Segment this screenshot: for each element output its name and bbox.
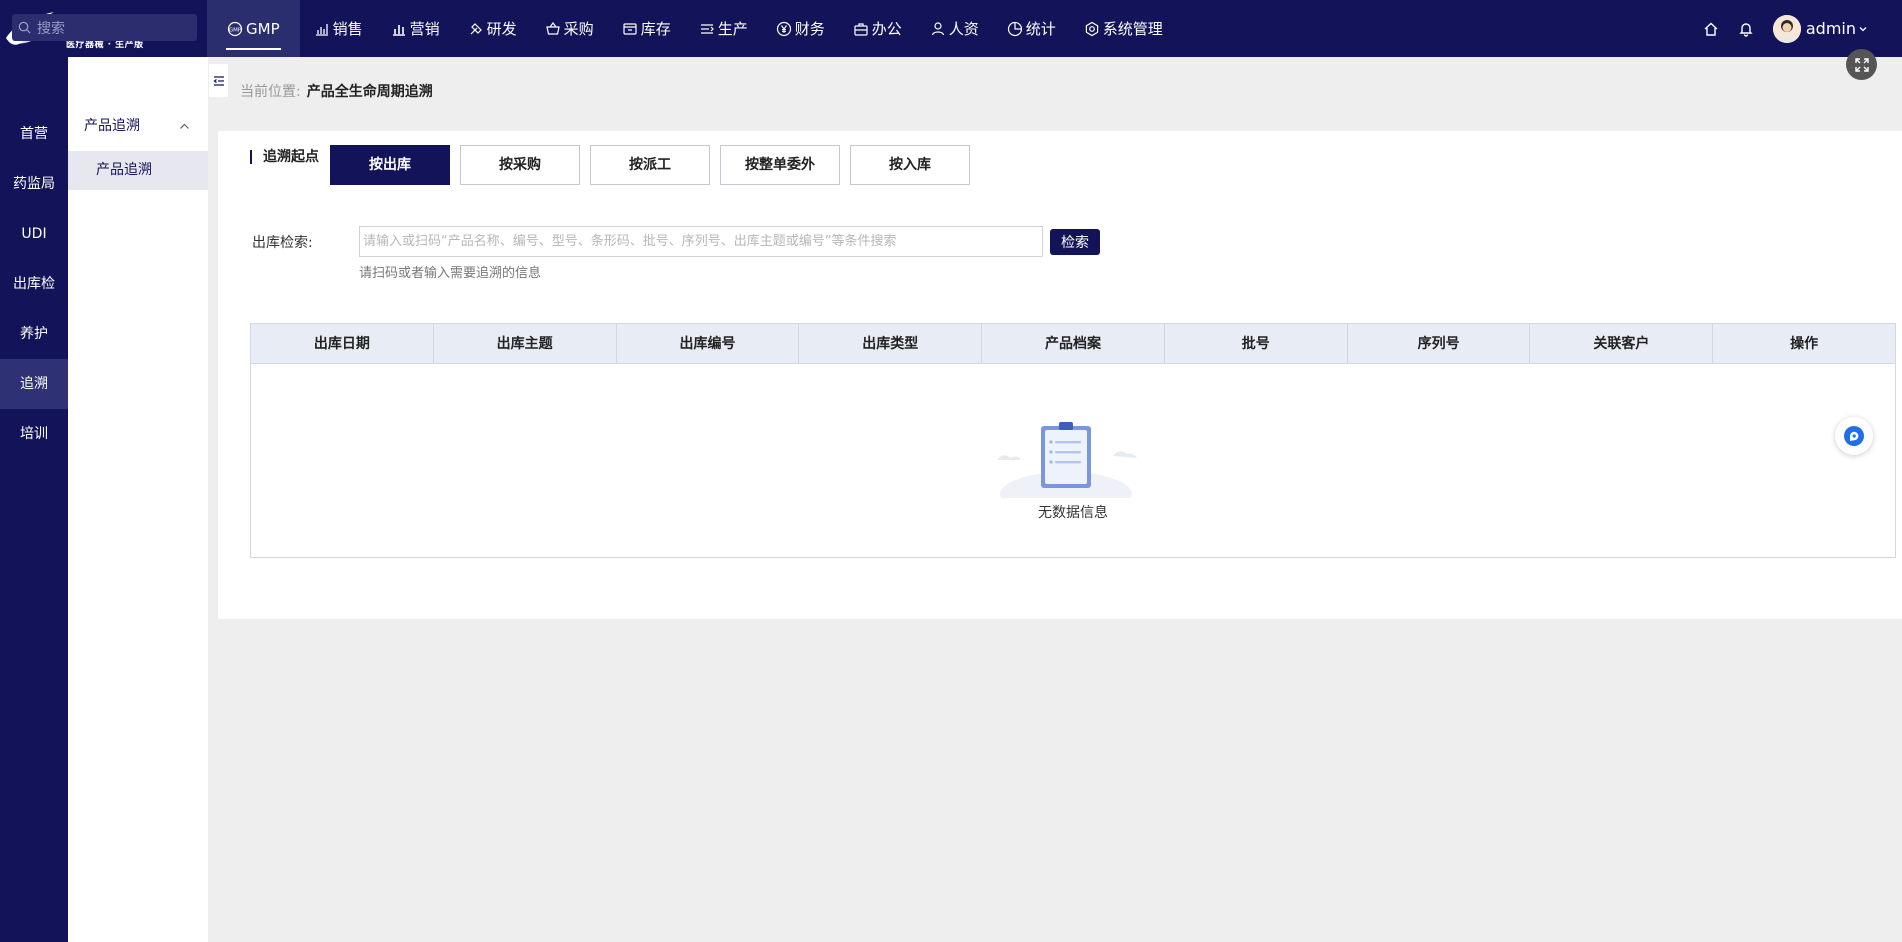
top-right-tools: admin (1703, 0, 1902, 57)
chevron-down-icon[interactable] (1858, 24, 1868, 34)
production-icon (700, 23, 714, 34)
nav-item-4[interactable]: 采购 (531, 0, 608, 57)
top-navigation-bar: 同心雁 医疗器械 · 生产版 GMPGMP销售营销研发采购库存生产财务办公人资统… (0, 0, 1902, 57)
trace-tab-2[interactable]: 按派工 (590, 145, 710, 185)
nav-item-label: 办公 (871, 20, 902, 38)
person-icon (931, 21, 944, 35)
nav-item-1[interactable]: 销售 (300, 0, 377, 57)
chat-bubble-icon (1844, 426, 1864, 446)
inventory-icon (623, 22, 637, 35)
nav-item-label: 系统管理 (1102, 20, 1163, 38)
basket-icon (545, 21, 560, 35)
sidebar-item-5[interactable]: 追溯 (0, 359, 68, 409)
sidebar-search-placeholder: 搜索 (37, 20, 65, 37)
research-icon (470, 22, 482, 34)
trace-start-tabs: 按出库 按采购 按派工 按整单委外 按入库 (330, 145, 980, 185)
primary-sidebar: 首营 药监局 UDI 出库检 养护 追溯 培训 (0, 57, 68, 942)
collapse-menu-icon (212, 75, 224, 86)
trace-tab-0[interactable]: 按出库 (330, 145, 450, 185)
nav-item-label: 人资 (948, 20, 979, 38)
column-header: 出库主题 (434, 324, 617, 363)
sidebar-group-product-trace[interactable]: 产品追溯 (68, 109, 208, 143)
bell-icon[interactable] (1738, 21, 1754, 37)
nav-item-label: 营销 (409, 20, 440, 38)
trace-tab-4[interactable]: 按入库 (850, 145, 970, 185)
empty-state: 无数据信息 (251, 364, 1895, 558)
yen-icon (776, 21, 791, 36)
nav-item-label: 统计 (1025, 20, 1056, 38)
nav-item-10[interactable]: 统计 (993, 0, 1070, 57)
breadcrumb-current: 产品全生命周期追溯 (306, 84, 433, 100)
chart-bar-icon (315, 23, 328, 36)
nav-item-label: 销售 (332, 20, 363, 38)
outbound-table: 出库日期 出库主题 出库编号 出库类型 产品档案 批号 序列号 关联客户 操作 无数据信息 (250, 323, 1896, 558)
column-header: 批号 (1165, 324, 1348, 363)
nav-item-8[interactable]: 办公 (839, 0, 916, 57)
column-header: 操作 (1790, 336, 1819, 352)
nav-item-label: 研发 (486, 20, 517, 38)
nav-item-label: 生产 (717, 20, 748, 38)
nav-item-6[interactable]: 生产 (685, 0, 762, 57)
settings-icon (1085, 21, 1098, 36)
secondary-sidebar: 产品追溯 产品追溯 (68, 57, 208, 942)
search-button[interactable]: 检索 (1050, 229, 1100, 255)
sidebar-item-6[interactable]: 培训 (0, 409, 68, 459)
nav-item-11[interactable]: 系统管理 (1070, 0, 1177, 57)
sidebar-item-4[interactable]: 养护 (0, 309, 68, 359)
trace-tab-1[interactable]: 按采购 (460, 145, 580, 185)
nav-item-label: 采购 (563, 20, 594, 38)
nav-item-label: GMP (246, 19, 280, 38)
sidebar-search-box[interactable]: 搜索 (12, 14, 197, 41)
nav-item-0[interactable]: GMP GMP (207, 0, 300, 57)
trace-start-label: 追溯起点 (250, 150, 319, 164)
nav-item-5[interactable]: 库存 (608, 0, 685, 57)
empty-clipboard-icon (997, 422, 1137, 498)
nav-item-label: 财务 (794, 20, 825, 38)
sidebar-item-0[interactable]: 首营 (0, 109, 68, 159)
nav-item-2[interactable]: 营销 (377, 0, 454, 57)
main-nav: GMP GMP 销售 营销 研发 采购 库存 生产 财务 办公 人资 统计 系统管理 (207, 0, 1177, 57)
search-icon (18, 21, 31, 34)
empty-message: 无数据信息 (1038, 505, 1108, 521)
sidebar-item-1[interactable]: 药监局 (0, 159, 68, 209)
nav-item-9[interactable]: 人资 (916, 0, 993, 57)
fullscreen-button[interactable] (1846, 49, 1877, 80)
sidebar-item-3[interactable]: 出库检 (0, 259, 68, 309)
column-header: 出库日期 (251, 324, 434, 363)
user-name[interactable]: admin (1806, 19, 1856, 38)
sidebar-group-label: 产品追溯 (84, 118, 140, 134)
sidebar-item-2[interactable]: UDI (0, 209, 68, 259)
briefcase-icon (854, 22, 868, 36)
table-header: 出库日期 出库主题 出库编号 出库类型 产品档案 批号 序列号 关联客户 操作 (251, 324, 1895, 364)
trace-tab-3[interactable]: 按整单委外 (720, 145, 840, 185)
column-header: 产品档案 (982, 324, 1165, 363)
sidebar-subitem-product-trace[interactable]: 产品追溯 (68, 151, 208, 190)
nav-item-3[interactable]: 研发 (454, 0, 531, 57)
column-header: 出库编号 (617, 324, 800, 363)
chevron-up-icon (180, 123, 189, 129)
breadcrumb-prefix: 当前位置: (240, 84, 301, 100)
pie-chart-icon (1007, 21, 1022, 36)
chat-assistant-button[interactable] (1835, 417, 1873, 455)
nav-item-label: 库存 (640, 20, 671, 38)
bar-chart-icon (392, 24, 405, 36)
expand-icon (1854, 57, 1869, 72)
column-header: 出库类型 (799, 324, 983, 363)
column-header: 关联客户 (1530, 324, 1714, 363)
breadcrumb: 当前位置: 产品全生命周期追溯 (240, 81, 433, 101)
column-header: 序列号 (1348, 324, 1531, 363)
collapse-sidebar-button[interactable] (209, 64, 228, 97)
gmp-icon: GMP (227, 21, 243, 36)
home-icon[interactable] (1703, 21, 1719, 37)
user-avatar[interactable] (1772, 14, 1801, 43)
search-hint: 请扫码或者输入需要追溯的信息 (359, 266, 542, 281)
trace-panel: 追溯起点 按出库按采购按派工按整单委外按入库 出库检索: 检索 请扫码或者输入需… (218, 131, 1902, 619)
svg-text:GMP: GMP (229, 27, 242, 33)
outbound-search-input[interactable] (359, 226, 1043, 257)
search-label: 出库检索: (252, 235, 313, 251)
nav-item-7[interactable]: 财务 (762, 0, 839, 57)
